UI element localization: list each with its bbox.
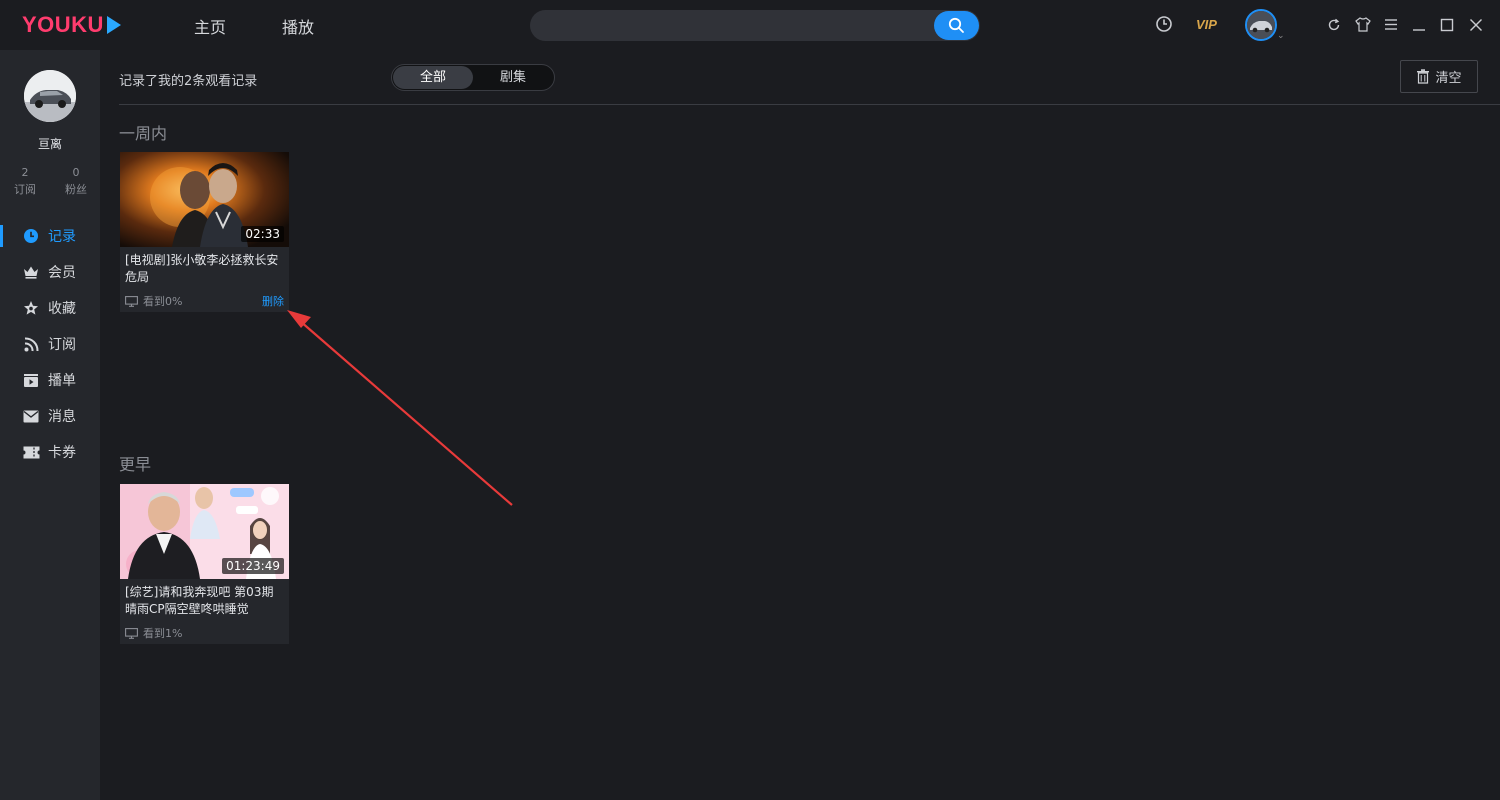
minimize-icon[interactable] — [1412, 18, 1426, 32]
sidebar-item-vip[interactable]: 会员 — [0, 257, 100, 287]
watch-progress: 看到0% — [125, 293, 182, 309]
sidebar-item-playlists[interactable]: 播单 — [0, 365, 100, 395]
record-count-text: 记录了我的2条观看记录 — [119, 74, 258, 89]
trash-icon — [1417, 69, 1430, 84]
video-thumbnail[interactable]: 01:23:49 — [120, 484, 289, 579]
stat-label: 订阅 — [14, 183, 36, 196]
progress-text: 看到1% — [143, 627, 183, 640]
chevron-down-icon[interactable]: ⌄ — [1277, 31, 1285, 41]
sidebar-item-favorites[interactable]: 收藏 — [0, 293, 100, 323]
filter-series-button[interactable]: 剧集 — [473, 66, 553, 89]
section-title-earlier: 更早 — [119, 455, 152, 474]
video-duration: 01:23:49 — [222, 558, 284, 574]
sidebar-item-subscriptions[interactable]: 订阅 — [0, 329, 100, 359]
ticket-icon — [22, 443, 40, 461]
sidebar-item-label: 记录 — [48, 229, 76, 245]
username[interactable]: 亘离 — [0, 135, 100, 152]
clock-icon — [22, 227, 40, 245]
search-input[interactable] — [530, 10, 980, 41]
sidebar-item-label: 消息 — [48, 409, 76, 425]
profile-avatar[interactable] — [24, 70, 76, 122]
maximize-icon[interactable] — [1440, 18, 1454, 32]
video-title[interactable]: [电视剧]张小敬李必拯救长安危局 — [125, 252, 285, 286]
logo-play-icon — [106, 16, 121, 34]
filter-all-button[interactable]: 全部 — [393, 66, 473, 89]
video-title[interactable]: [综艺]请和我奔现吧 第03期 晴雨CP隔空壁咚哄睡觉 — [125, 584, 285, 618]
history-card[interactable]: 01:23:49 [综艺]请和我奔现吧 第03期 晴雨CP隔空壁咚哄睡觉 看到1… — [120, 484, 289, 644]
sidebar-item-history[interactable]: 记录 — [0, 221, 100, 251]
sidebar-item-label: 卡券 — [48, 445, 76, 461]
header-divider — [119, 104, 1500, 105]
search-icon — [948, 17, 964, 33]
stat-value: 2 — [21, 166, 29, 179]
sidebar-item-label: 会员 — [48, 265, 76, 281]
sidebar-item-label: 订阅 — [48, 337, 76, 353]
monitor-icon — [125, 627, 138, 639]
sidebar: 亘离 2 订阅 0 粉丝 记录 会员 收藏 订阅 播单 消息 卡券 — [0, 50, 100, 800]
close-icon[interactable] — [1469, 18, 1483, 32]
clear-label: 清空 — [1435, 71, 1462, 86]
history-icon[interactable] — [1155, 15, 1173, 33]
nav-tab-home[interactable]: 主页 — [194, 14, 226, 38]
stat-label: 粉丝 — [65, 183, 87, 196]
mail-icon — [22, 407, 40, 425]
stat-value: 0 — [72, 166, 80, 179]
section-title-this-week: 一周内 — [119, 124, 168, 143]
crown-icon — [22, 263, 40, 281]
car-avatar-image — [1247, 11, 1275, 39]
user-avatar[interactable] — [1245, 9, 1277, 41]
delete-record-button[interactable]: 删除 — [262, 293, 284, 309]
video-duration: 02:33 — [241, 226, 284, 242]
menu-icon[interactable] — [1384, 18, 1398, 31]
refresh-icon[interactable] — [1327, 18, 1341, 32]
rss-icon — [22, 335, 40, 353]
title-bar: YOUKU 主页 播放 VIP ⌄ — [0, 0, 1500, 50]
logo-text: YOUKU — [22, 12, 104, 37]
sidebar-item-label: 播单 — [48, 373, 76, 389]
monitor-icon — [125, 295, 138, 307]
car-avatar-image — [24, 70, 76, 122]
youku-logo[interactable]: YOUKU — [22, 12, 121, 38]
watch-progress: 看到1% — [125, 625, 182, 641]
video-thumbnail[interactable]: 02:33 — [120, 152, 289, 247]
sidebar-item-messages[interactable]: 消息 — [0, 401, 100, 431]
history-card[interactable]: 02:33 [电视剧]张小敬李必拯救长安危局 看到0% 删除 — [120, 152, 289, 312]
clear-history-button[interactable]: 清空 — [1400, 60, 1478, 93]
progress-text: 看到0% — [143, 295, 183, 308]
history-panel: 记录了我的2条观看记录 全部 剧集 清空 一周内 02:33 [电视剧]张小敬李… — [100, 50, 1500, 800]
stat-fans[interactable]: 0 粉丝 — [56, 164, 96, 198]
skin-icon[interactable] — [1355, 17, 1371, 32]
stat-subscriptions[interactable]: 2 订阅 — [5, 164, 45, 198]
star-icon — [22, 299, 40, 317]
playlist-icon — [22, 371, 40, 389]
sidebar-item-coupons[interactable]: 卡券 — [0, 437, 100, 467]
vip-link[interactable]: VIP — [1196, 17, 1217, 32]
search-button[interactable] — [934, 11, 979, 40]
nav-tab-play[interactable]: 播放 — [282, 14, 314, 38]
history-filter: 全部 剧集 — [391, 64, 555, 91]
sidebar-item-label: 收藏 — [48, 301, 76, 317]
